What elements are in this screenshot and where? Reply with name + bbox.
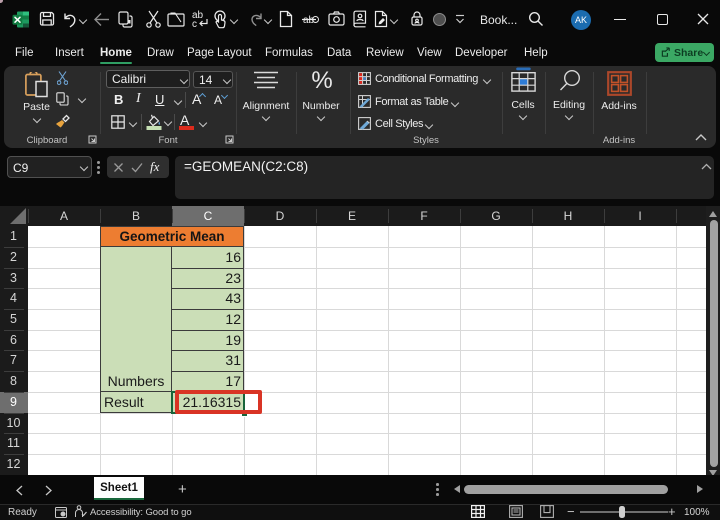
svg-text:c: c: [192, 19, 197, 30]
